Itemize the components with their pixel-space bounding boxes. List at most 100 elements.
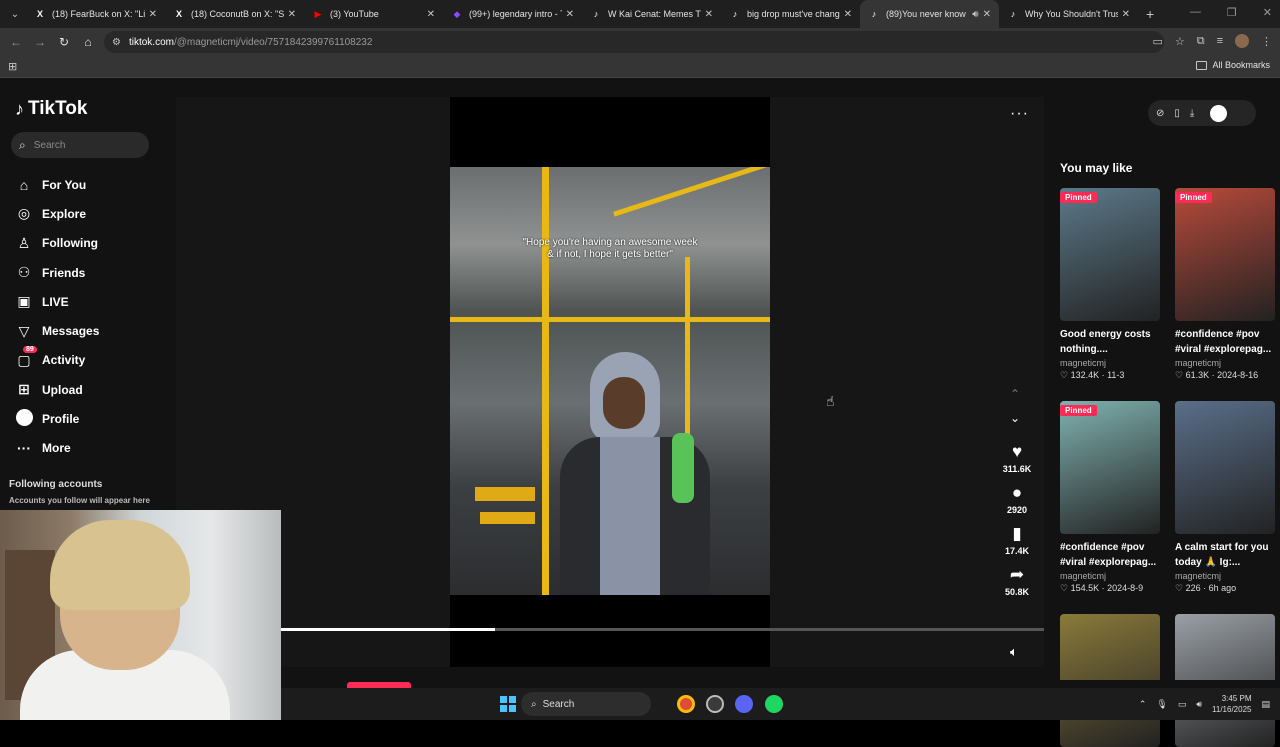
upload-icon: ⊞ bbox=[18, 381, 30, 398]
tab-audio-icon[interactable]: 🔊︎ bbox=[972, 9, 978, 20]
video-title[interactable]: Good energy costs nothing.... bbox=[1060, 327, 1160, 357]
device-icon[interactable]: ▯ bbox=[1174, 108, 1180, 119]
windows-start-icon[interactable] bbox=[500, 696, 516, 712]
browser-tab[interactable]: ♪ Why You Shouldn't Trust ✕ bbox=[999, 0, 1138, 28]
sidebar-item-friends[interactable]: ⚇ Friends bbox=[15, 258, 99, 287]
browser-tab[interactable]: ♪ W Kai Cenat: Memes That ✕ bbox=[582, 0, 721, 28]
tab-close-icon[interactable]: ✕ bbox=[705, 9, 713, 20]
microphone-icon[interactable]: 🎙︎ bbox=[1156, 699, 1167, 710]
spotify-taskbar-icon[interactable] bbox=[765, 695, 783, 713]
coin-icon[interactable]: ⊘ bbox=[1156, 108, 1164, 119]
cast-icon[interactable]: ▭ bbox=[1152, 35, 1162, 48]
share-count: 50.8K bbox=[1004, 587, 1030, 597]
previous-video-icon[interactable]: ⌃ bbox=[1010, 387, 1020, 401]
site-info-icon[interactable]: ⚙ bbox=[112, 37, 121, 48]
browser-tab[interactable]: ♪ big drop must've change ✕ bbox=[721, 0, 860, 28]
video-frame[interactable]: "Hope you're having an awesome week & if… bbox=[450, 167, 770, 595]
browser-tab[interactable]: ◆ (99+) legendary intro - Tw ✕ bbox=[443, 0, 582, 28]
apps-grid-icon[interactable]: ⊞ bbox=[8, 60, 17, 73]
tab-close-icon[interactable]: ✕ bbox=[288, 9, 296, 20]
sidebar-item-explore[interactable]: ◎ Explore bbox=[15, 199, 99, 228]
url-field[interactable]: ⚙ tiktok.com/@magneticmj/video/757184239… bbox=[104, 31, 1164, 53]
like-button[interactable]: ♥ 311.6K bbox=[998, 442, 1036, 474]
sidebar-item-more[interactable]: ··· More bbox=[15, 434, 99, 463]
menu-kebab-icon[interactable]: ⋮ bbox=[1261, 35, 1272, 48]
tab-close-icon[interactable]: ✕ bbox=[427, 9, 435, 20]
extensions-icon[interactable]: ⧉ bbox=[1197, 35, 1205, 48]
more-options-icon[interactable]: ··· bbox=[1010, 105, 1029, 123]
back-icon[interactable]: ← bbox=[4, 35, 28, 49]
minimize-icon[interactable]: — bbox=[1190, 6, 1201, 19]
save-button[interactable]: ▮ 17.4K bbox=[998, 524, 1036, 556]
video-author[interactable]: magneticmj bbox=[1175, 357, 1275, 369]
sidebar-item-live[interactable]: ▣ LIVE bbox=[15, 287, 99, 316]
sidebar-item-activity[interactable]: ▢ 89 Activity bbox=[15, 345, 99, 375]
tab-search-chevron-icon[interactable]: ⌄ bbox=[4, 4, 26, 24]
tray-chevron-icon[interactable]: ⌃ bbox=[1139, 699, 1147, 710]
video-title[interactable]: A calm start for you today 🙏 Ig:... bbox=[1175, 540, 1275, 570]
tab-close-icon[interactable]: ✕ bbox=[983, 9, 991, 20]
recommended-video-card[interactable]: A calm start for you today 🙏 Ig:... magn… bbox=[1175, 401, 1275, 595]
taskbar-search[interactable]: ⌕ Search bbox=[521, 692, 651, 716]
speaker-icon[interactable]: 🔊︎ bbox=[1196, 699, 1202, 710]
profile-avatar[interactable] bbox=[1235, 34, 1249, 48]
network-icon[interactable]: ▭ bbox=[1178, 699, 1187, 710]
video-player[interactable]: "Hope you're having an awesome week & if… bbox=[176, 97, 1044, 667]
close-window-icon[interactable]: ✕ bbox=[1263, 6, 1272, 19]
search-input[interactable]: ⌕ Search bbox=[11, 132, 149, 158]
share-arrow-icon: ➦ bbox=[1009, 565, 1025, 584]
tab-close-icon[interactable]: ✕ bbox=[149, 9, 157, 20]
activity-icon: ▢ bbox=[17, 351, 31, 368]
volume-icon[interactable]: 🔈︎ bbox=[1010, 644, 1018, 660]
video-thumbnail[interactable]: Pinned bbox=[1060, 401, 1160, 534]
video-author[interactable]: magneticmj bbox=[1175, 570, 1275, 582]
clock[interactable]: 3:45 PM 11/16/2025 bbox=[1212, 693, 1251, 715]
following-accounts-title: Following accounts bbox=[9, 479, 103, 490]
bookmark-star-icon[interactable]: ☆ bbox=[1175, 35, 1185, 48]
browser-tab[interactable]: X (18) FearBuck on X: "Lil Ty ✕ bbox=[26, 0, 165, 28]
video-title[interactable]: #confidence #pov #viral #explorepag... bbox=[1060, 540, 1160, 570]
restore-icon[interactable]: ❐ bbox=[1227, 6, 1237, 19]
video-thumbnail[interactable] bbox=[1175, 401, 1275, 534]
forward-icon[interactable]: → bbox=[28, 35, 52, 49]
new-tab-button[interactable]: + bbox=[1146, 6, 1154, 22]
sidebar-item-profile[interactable]: Profile bbox=[15, 404, 99, 433]
sidebar-item-messages[interactable]: ▽ Messages bbox=[15, 316, 100, 345]
tab-close-icon[interactable]: ✕ bbox=[566, 9, 574, 20]
discord-taskbar-icon[interactable] bbox=[735, 695, 753, 713]
video-author[interactable]: magneticmj bbox=[1060, 570, 1160, 582]
download-icon[interactable]: ⤓ bbox=[1190, 108, 1194, 119]
sidebar-item-upload[interactable]: ⊞ Upload bbox=[15, 375, 99, 404]
comment-button[interactable]: ● 2920 bbox=[998, 483, 1036, 515]
bookmark-icon: ▮ bbox=[1012, 524, 1022, 543]
notifications-icon[interactable]: ▤ bbox=[1261, 699, 1270, 710]
tab-close-icon[interactable]: ✕ bbox=[1122, 9, 1130, 20]
next-video-icon[interactable]: ⌄ bbox=[1010, 411, 1020, 425]
video-stats: ♡ 154.5K · 2024-8-9 bbox=[1060, 583, 1144, 593]
all-bookmarks-button[interactable]: All Bookmarks bbox=[1196, 60, 1270, 70]
sidebar-item-following[interactable]: ♙ Following bbox=[15, 229, 99, 258]
video-author[interactable]: magneticmj bbox=[1060, 357, 1160, 369]
profile-avatar[interactable] bbox=[1210, 104, 1228, 122]
video-thumbnail[interactable]: Pinned bbox=[1175, 188, 1275, 321]
recommended-video-card[interactable]: Pinned #confidence #pov #viral #explorep… bbox=[1060, 401, 1160, 595]
chrome-taskbar-icon[interactable] bbox=[677, 695, 695, 713]
browser-tab[interactable]: X (18) CoconutB on X: "S ✕ bbox=[165, 0, 304, 28]
browser-tab[interactable]: ♪ (89)You never know w 🔊︎ ✕ bbox=[860, 0, 999, 28]
reload-icon[interactable]: ↻ bbox=[52, 35, 76, 49]
pinned-badge: Pinned bbox=[1060, 192, 1097, 203]
browser-tab[interactable]: ▶ (3) YouTube ✕ bbox=[304, 0, 443, 28]
recommended-video-card[interactable]: Pinned Good energy costs nothing.... mag… bbox=[1060, 188, 1160, 382]
video-title[interactable]: #confidence #pov #viral #explorepag... bbox=[1175, 327, 1275, 357]
video-progress-bar[interactable] bbox=[281, 628, 1044, 631]
tiktok-logo[interactable]: ♪ TikTok bbox=[15, 98, 87, 120]
recommended-video-card[interactable]: Pinned #confidence #pov #viral #explorep… bbox=[1175, 188, 1275, 382]
media-control-icon[interactable]: ≡ bbox=[1217, 35, 1223, 47]
home-icon[interactable]: ⌂ bbox=[76, 35, 100, 49]
tab-close-icon[interactable]: ✕ bbox=[844, 9, 852, 20]
webcam-hair bbox=[50, 520, 190, 610]
video-thumbnail[interactable]: Pinned bbox=[1060, 188, 1160, 321]
sidebar-item-for-you[interactable]: ⌂ For You bbox=[15, 170, 99, 199]
settings-taskbar-icon[interactable] bbox=[706, 695, 724, 713]
share-button[interactable]: ➦ 50.8K bbox=[998, 565, 1036, 597]
